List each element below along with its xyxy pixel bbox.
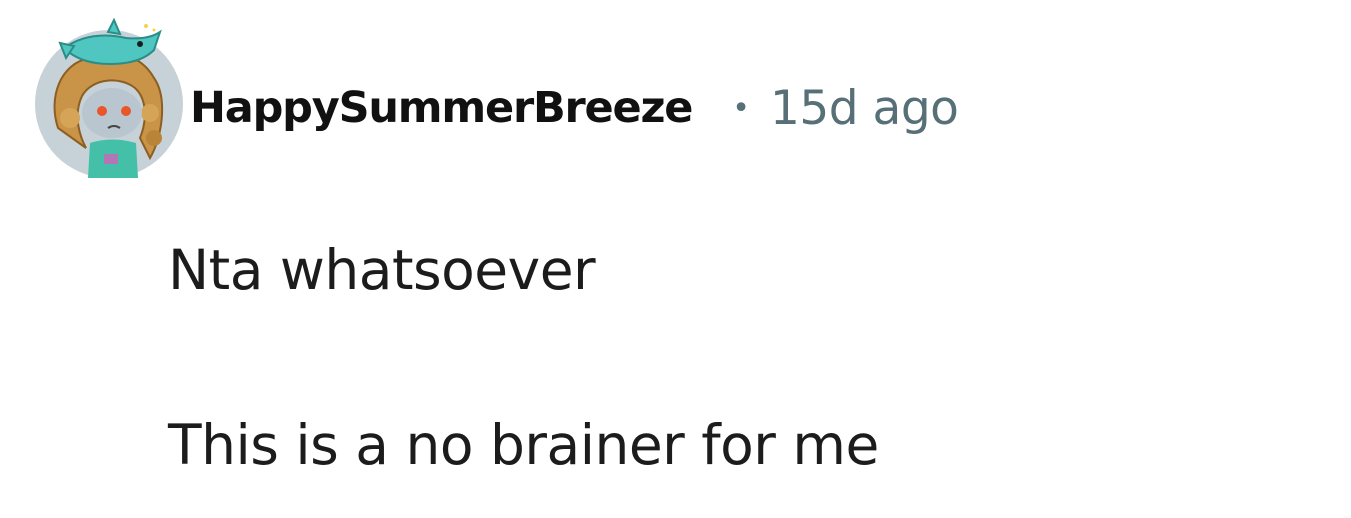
comment-meta: HappySummerBreeze • 15d ago [190, 78, 959, 138]
separator-dot: • [732, 90, 750, 126]
comment-paragraph: Nta whatsoever [168, 238, 596, 302]
comment-paragraph: This is a no brainer for me [168, 413, 879, 477]
avatar[interactable] [30, 18, 188, 178]
comment-body: Nta whatsoever This is a no brainer for … [168, 235, 879, 480]
snoo-avatar-icon [35, 18, 183, 178]
timestamp[interactable]: 15d ago [770, 81, 959, 136]
author-username[interactable]: HappySummerBreeze [190, 83, 693, 133]
comment: HappySummerBreeze • 15d ago Nta whatsoev… [0, 0, 1351, 518]
